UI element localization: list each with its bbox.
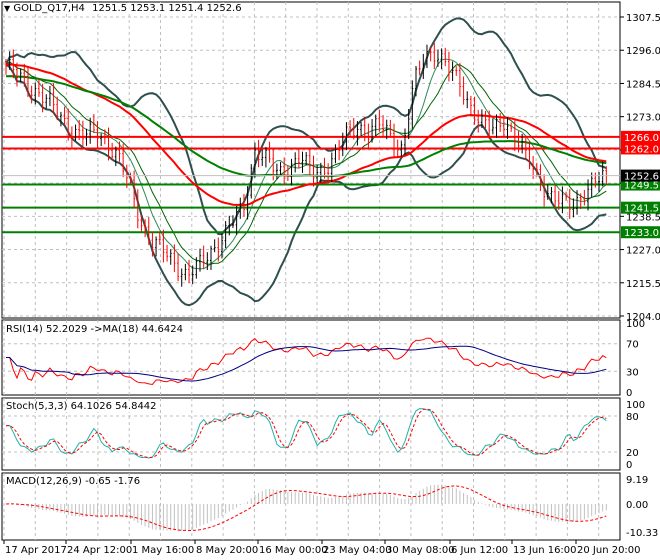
price-tick-label: 1296.0	[626, 46, 660, 57]
macd-tick-label: 9.19	[626, 475, 648, 486]
price-tick-label: 1227.0	[626, 246, 660, 257]
stoch-label: Stoch(5,3,3) 64.1026 54.8442	[6, 401, 157, 412]
symbol-label: GOLD_Q17,H4	[13, 3, 85, 14]
price-tick-label: 1215.5	[626, 279, 660, 290]
rsi-tick-label: 0	[626, 388, 632, 399]
price-tick-label: 1284.5	[626, 79, 660, 90]
ohlc-label: 1251.5 1253.1 1251.4 1252.6	[92, 3, 242, 14]
stoch-tick-label: 20	[626, 448, 639, 459]
time-tick-label: 1 May 16:00	[132, 545, 194, 556]
current-price-label: 1252.6	[624, 172, 659, 183]
time-tick-label: 16 May 00:00	[259, 545, 328, 556]
level-price-label: 1241.5	[624, 204, 659, 215]
time-tick-label: 24 Apr 12:00	[67, 545, 132, 556]
rsi-tick-label: 30	[626, 367, 639, 378]
time-tick-label: 23 May 04:00	[323, 545, 392, 556]
time-tick-label: 8 May 20:00	[196, 545, 258, 556]
level-price-label: 1266.0	[624, 133, 659, 144]
chart-header: ▼ GOLD_Q17,H4 1251.5 1253.1 1251.4 1252.…	[4, 3, 245, 14]
dropdown-triangle-icon[interactable]: ▼	[4, 4, 10, 13]
time-tick-label: 13 Jun 16:00	[513, 545, 577, 556]
level-price-label: 1262.0	[624, 144, 659, 155]
level-price-label: 1233.0	[624, 228, 659, 239]
rsi-label: RSI(14) 52.2029 ->MA(18) 44.6424	[6, 324, 183, 335]
macd-tick-label: -10.33	[626, 528, 658, 539]
price-tick-label: 1307.5	[626, 13, 660, 24]
time-tick-label: 6 Jun 12:00	[451, 545, 508, 556]
time-tick-label: 30 May 08:00	[386, 545, 455, 556]
macd-tick-label: 0.00	[626, 500, 648, 511]
trading-chart[interactable]: 1307.51296.01284.51273.01261.51250.01238…	[0, 0, 660, 560]
stoch-tick-label: 0	[626, 460, 632, 471]
price-tick-label: 1273.0	[626, 113, 660, 124]
time-tick-label: 20 Jun 20:00	[577, 545, 641, 556]
time-tick-label: 17 Apr 2017	[5, 545, 67, 556]
stoch-tick-label: 80	[626, 412, 639, 423]
rsi-tick-label: 100	[626, 319, 645, 330]
macd-label: MACD(12,26,9) -0.65 -1.76	[6, 476, 141, 487]
stoch-tick-label: 100	[626, 400, 645, 411]
rsi-tick-label: 70	[626, 340, 639, 351]
